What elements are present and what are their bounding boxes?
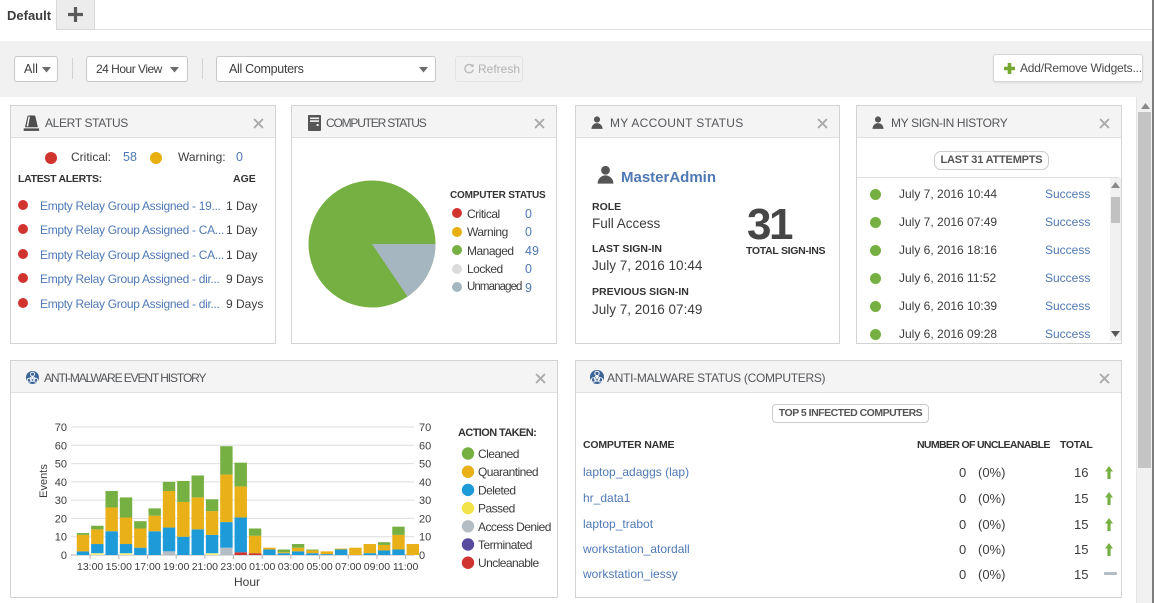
svg-text:Terminated: Terminated bbox=[478, 538, 532, 552]
svg-text:Passed: Passed bbox=[478, 502, 515, 516]
svg-text:30: 30 bbox=[55, 495, 67, 507]
svg-text:09:00: 09:00 bbox=[364, 561, 390, 573]
svg-text:05:00: 05:00 bbox=[306, 561, 332, 573]
svg-text:Access Denied: Access Denied bbox=[478, 520, 551, 534]
svg-text:60: 60 bbox=[55, 440, 67, 452]
svg-text:40: 40 bbox=[419, 477, 431, 489]
svg-text:23:00: 23:00 bbox=[220, 561, 246, 573]
svg-text:0: 0 bbox=[61, 550, 67, 562]
svg-text:Uncleanable: Uncleanable bbox=[478, 556, 540, 570]
svg-text:70: 70 bbox=[419, 422, 431, 434]
svg-text:20: 20 bbox=[419, 513, 431, 525]
svg-text:20: 20 bbox=[55, 513, 67, 525]
svg-text:10: 10 bbox=[419, 532, 431, 544]
svg-text:ACTION TAKEN:: ACTION TAKEN: bbox=[458, 427, 536, 439]
svg-text:50: 50 bbox=[55, 459, 67, 471]
svg-text:Cleaned: Cleaned bbox=[478, 447, 519, 461]
svg-text:0: 0 bbox=[419, 550, 425, 562]
svg-text:70: 70 bbox=[55, 422, 67, 434]
svg-text:19:00: 19:00 bbox=[163, 561, 189, 573]
svg-text:15:00: 15:00 bbox=[106, 561, 132, 573]
svg-text:60: 60 bbox=[419, 440, 431, 452]
svg-text:10: 10 bbox=[55, 532, 67, 544]
svg-text:03:00: 03:00 bbox=[278, 561, 304, 573]
svg-text:40: 40 bbox=[55, 477, 67, 489]
svg-text:17:00: 17:00 bbox=[134, 561, 160, 573]
svg-text:Events: Events bbox=[38, 464, 50, 498]
svg-text:07:00: 07:00 bbox=[335, 561, 361, 573]
svg-text:Deleted: Deleted bbox=[478, 483, 516, 497]
svg-text:11:00: 11:00 bbox=[393, 561, 419, 573]
svg-text:01:00: 01:00 bbox=[249, 561, 275, 573]
svg-text:Quarantined: Quarantined bbox=[478, 465, 538, 479]
svg-text:Hour: Hour bbox=[234, 575, 260, 589]
svg-text:50: 50 bbox=[419, 459, 431, 471]
svg-text:21:00: 21:00 bbox=[192, 561, 218, 573]
svg-text:13:00: 13:00 bbox=[77, 561, 103, 573]
svg-text:30: 30 bbox=[419, 495, 431, 507]
